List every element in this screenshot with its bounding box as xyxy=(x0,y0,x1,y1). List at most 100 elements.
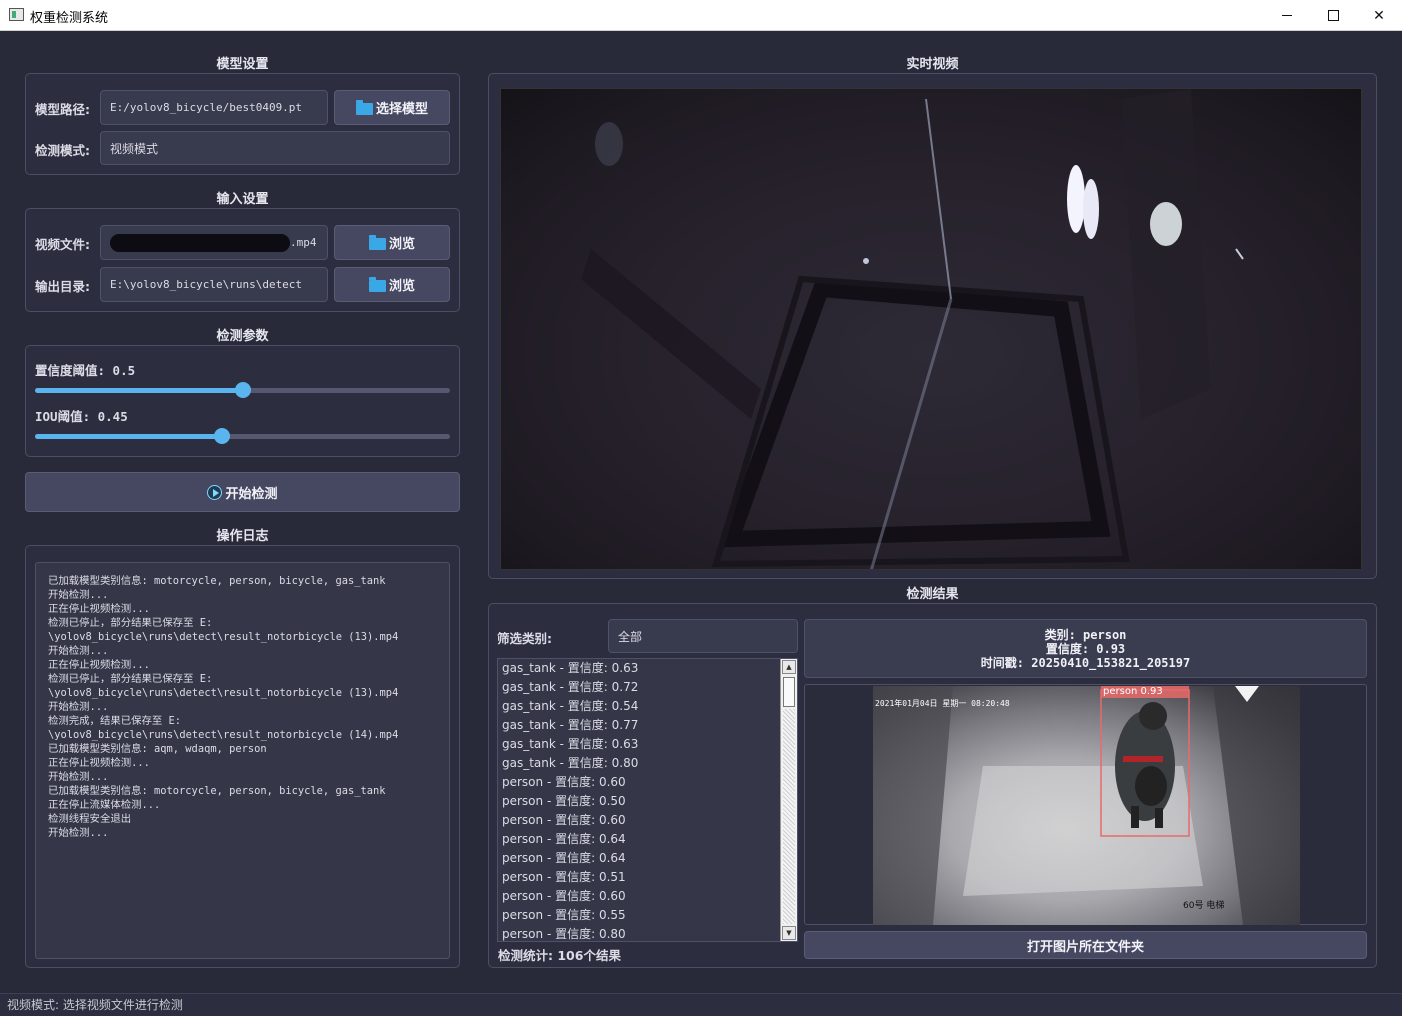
conf-slider-handle[interactable] xyxy=(235,382,251,398)
result-list-item[interactable]: person - 置信度: 0.55 xyxy=(498,906,797,925)
log-line: 正在停止视频检测... xyxy=(48,659,150,671)
conf-slider[interactable] xyxy=(35,382,450,398)
result-items: gas_tank - 置信度: 0.63 gas_tank - 置信度: 0.72… xyxy=(498,659,797,941)
close-icon[interactable] xyxy=(1356,0,1402,31)
scroll-track[interactable] xyxy=(783,709,795,924)
detect-stats: 检测统计: 106个结果 xyxy=(498,948,621,963)
select-model-button[interactable]: 选择模型 xyxy=(334,90,450,125)
result-list-item[interactable]: gas_tank - 置信度: 0.63 xyxy=(498,735,797,754)
open-folder-button[interactable]: 打开图片所在文件夹 xyxy=(804,931,1367,959)
log-title: 操作日志 xyxy=(216,529,269,544)
result-list-item[interactable]: gas_tank - 置信度: 0.63 xyxy=(498,659,797,678)
iou-threshold-label: IOU阈值: 0.45 xyxy=(35,409,128,424)
output-dir-field[interactable]: E:\yolov8_bicycle\runs\detect xyxy=(100,267,328,302)
app-icon xyxy=(9,8,24,21)
browse-output-label: 浏览 xyxy=(388,279,415,294)
video-file-label: 视频文件: xyxy=(35,237,90,252)
result-list-item[interactable]: person - 置信度: 0.51 xyxy=(498,868,797,887)
log-line: \yolov8_bicycle\runs\detect\result_notor… xyxy=(48,631,399,643)
start-detect-button[interactable]: 开始检测 xyxy=(25,472,460,512)
log-line: 检测线程安全退出 xyxy=(48,813,132,825)
camera-timestamp: 2021年01月04日 星期一 08:20:48 xyxy=(875,699,1010,708)
input-settings-panel: 视频文件: .mp4 浏览 输出目录: E:\yolov8_bicycle\ru… xyxy=(25,208,460,312)
video-display xyxy=(500,88,1362,570)
result-list-scrollbar[interactable]: ▲ ▼ xyxy=(780,659,797,941)
log-line: 已加载模型类别信息: motorcycle, person, bicycle, … xyxy=(48,785,386,797)
result-list-item[interactable]: gas_tank - 置信度: 0.80 xyxy=(498,754,797,773)
folder-icon xyxy=(355,99,373,115)
log-line: 开始检测... xyxy=(48,589,109,601)
model-settings-panel: 模型路径: E:/yolov8_bicycle/best0409.pt 选择模型… xyxy=(25,73,460,175)
log-line: 检测已停止，部分结果已保存至 E: xyxy=(48,617,213,629)
input-settings-title: 输入设置 xyxy=(216,192,269,207)
conf-slider-fill xyxy=(35,388,243,393)
result-list-item[interactable]: person - 置信度: 0.80 xyxy=(498,925,797,941)
log-line: 已加载模型类别信息: aqm, wdaqm, person xyxy=(48,743,267,755)
video-file-field[interactable]: .mp4 xyxy=(100,225,328,260)
log-textarea[interactable]: 已加载模型类别信息: motorcycle, person, bicycle, … xyxy=(35,562,450,959)
browse-video-label: 浏览 xyxy=(388,237,415,252)
detection-image-frame: person 0.93 2021年01月04日 星期一 08:20:48 60号… xyxy=(804,684,1367,925)
video-title: 实时视频 xyxy=(906,57,959,72)
log-line: 检测已停止，部分结果已保存至 E: xyxy=(48,673,213,685)
browse-output-button[interactable]: 浏览 xyxy=(334,267,450,302)
window-titlebar: 权重检测系统 xyxy=(0,0,1402,31)
log-line: 开始检测... xyxy=(48,827,109,839)
model-path-field[interactable]: E:/yolov8_bicycle/best0409.pt xyxy=(100,90,328,125)
output-dir-label: 输出目录: xyxy=(35,279,90,294)
window-title: 权重检测系统 xyxy=(30,11,109,26)
scroll-up-icon[interactable]: ▲ xyxy=(782,660,796,674)
maximize-icon[interactable] xyxy=(1310,0,1356,31)
bbox-label: person 0.93 xyxy=(1103,686,1163,697)
browse-video-button[interactable]: 浏览 xyxy=(334,225,450,260)
iou-slider-handle[interactable] xyxy=(214,428,230,444)
result-list-item[interactable]: person - 置信度: 0.60 xyxy=(498,773,797,792)
log-line: 开始检测... xyxy=(48,701,109,713)
iou-slider[interactable] xyxy=(35,428,450,444)
open-folder-label: 打开图片所在文件夹 xyxy=(1026,939,1144,955)
model-settings-title: 模型设置 xyxy=(216,57,269,72)
status-text: 视频模式: 选择视频文件进行检测 xyxy=(7,998,183,1012)
log-line: 正在停止视频检测... xyxy=(48,603,150,615)
detection-class: 类别: person xyxy=(1044,628,1127,642)
conf-threshold-label: 置信度阈值: 0.5 xyxy=(35,363,136,378)
video-file-suffix: .mp4 xyxy=(290,236,317,249)
video-frame-image xyxy=(581,89,1244,569)
log-line: 已加载模型类别信息: motorcycle, person, bicycle, … xyxy=(48,575,386,587)
model-path-label: 模型路径: xyxy=(35,102,90,117)
camera-caption: 60号 电梯 xyxy=(1183,901,1225,911)
scroll-thumb[interactable] xyxy=(783,677,795,707)
play-icon xyxy=(207,484,223,500)
log-line: \yolov8_bicycle\runs\detect\result_notor… xyxy=(48,729,399,741)
folder-icon xyxy=(368,276,386,292)
result-list-item[interactable]: person - 置信度: 0.64 xyxy=(498,830,797,849)
iou-slider-fill xyxy=(35,434,222,439)
result-list-item[interactable]: gas_tank - 置信度: 0.77 xyxy=(498,716,797,735)
detection-info: 类别: person 置信度: 0.93 时间戳: 20250410_15382… xyxy=(804,619,1367,678)
filter-class-label: 筛选类别: xyxy=(497,631,552,646)
log-line: 开始检测... xyxy=(48,771,109,783)
detection-image: person 0.93 2021年01月04日 星期一 08:20:48 60号… xyxy=(873,686,1300,925)
log-line: 正在停止流媒体检测... xyxy=(48,799,161,811)
result-list-item[interactable]: person - 置信度: 0.64 xyxy=(498,849,797,868)
start-detect-label: 开始检测 xyxy=(225,486,278,502)
result-list-item[interactable]: person - 置信度: 0.60 xyxy=(498,811,797,830)
log-line: 检测完成，结果已保存至 E: xyxy=(48,715,182,727)
result-list-item[interactable]: gas_tank - 置信度: 0.54 xyxy=(498,697,797,716)
filter-class-select[interactable]: 全部 xyxy=(608,619,798,653)
minimize-icon[interactable] xyxy=(1264,0,1310,31)
result-list[interactable]: gas_tank - 置信度: 0.63 gas_tank - 置信度: 0.72… xyxy=(497,658,798,942)
detect-mode-select[interactable]: 视频模式 xyxy=(100,131,450,165)
scroll-down-icon[interactable]: ▼ xyxy=(782,926,796,940)
detection-confidence: 置信度: 0.93 xyxy=(1045,642,1126,656)
log-panel: 已加载模型类别信息: motorcycle, person, bicycle, … xyxy=(25,545,460,968)
folder-icon xyxy=(368,234,386,250)
log-line: \yolov8_bicycle\runs\detect\result_notor… xyxy=(48,687,399,699)
results-title: 检测结果 xyxy=(906,587,959,602)
redacted-filename xyxy=(110,233,290,252)
detection-timestamp: 时间戳: 20250410_153821_205197 xyxy=(980,656,1191,670)
select-model-label: 选择模型 xyxy=(375,102,428,117)
result-list-item[interactable]: gas_tank - 置信度: 0.72 xyxy=(498,678,797,697)
result-list-item[interactable]: person - 置信度: 0.50 xyxy=(498,792,797,811)
result-list-item[interactable]: person - 置信度: 0.60 xyxy=(498,887,797,906)
